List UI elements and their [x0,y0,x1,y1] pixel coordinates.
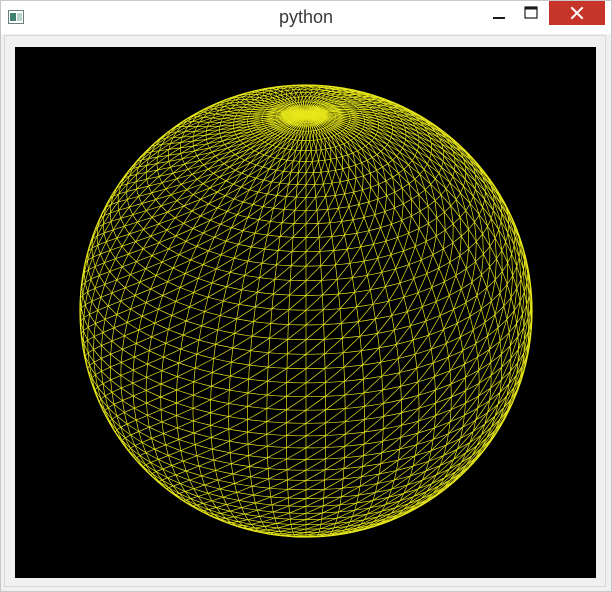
close-button[interactable] [549,1,605,25]
app-window: python [0,0,612,592]
render-viewport[interactable] [15,47,596,578]
title-bar[interactable]: python [1,1,611,34]
minimize-icon [493,17,505,19]
close-icon [570,6,584,20]
wireframe-sphere [79,84,533,538]
minimize-button[interactable] [485,1,513,25]
maximize-button[interactable] [516,1,546,25]
maximize-icon [524,6,538,19]
